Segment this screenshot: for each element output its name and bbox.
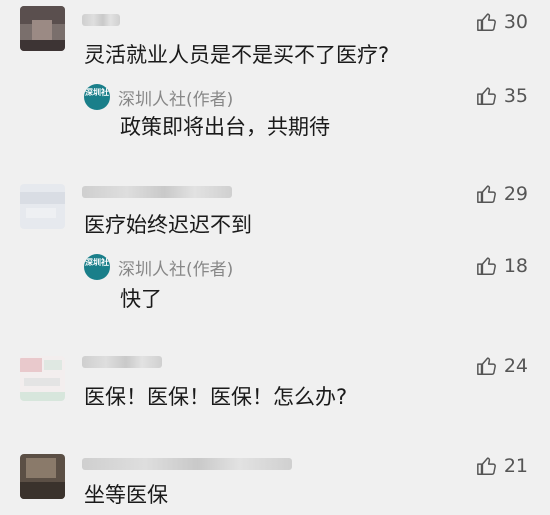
like-count: 21	[503, 455, 528, 477]
shenzhen-hrss-logo-icon[interactable]: 深圳社	[84, 254, 110, 280]
like-button[interactable]: 21	[476, 454, 528, 478]
avatar[interactable]	[20, 184, 65, 229]
like-count: 29	[503, 183, 528, 205]
like-count: 35	[503, 85, 528, 107]
nickname-blurred	[82, 458, 292, 470]
thumbs-up-icon	[476, 457, 496, 475]
reply-text: 快了	[120, 287, 162, 311]
comment-text: 医保！医保！医保！怎么办?	[84, 385, 348, 409]
like-count: 18	[503, 255, 528, 277]
logo-text: 深圳社	[85, 88, 109, 97]
like-button[interactable]: 29	[476, 182, 528, 206]
avatar[interactable]	[20, 454, 65, 499]
thumbs-up-icon	[476, 357, 496, 375]
like-count: 24	[503, 355, 528, 377]
nickname-blurred	[82, 186, 232, 198]
thumbs-up-icon	[476, 257, 496, 275]
comment-text: 医疗始终迟迟不到	[84, 213, 252, 237]
author-name[interactable]: 深圳人社(作者)	[118, 255, 233, 280]
reply-like-button[interactable]: 18	[476, 254, 528, 278]
nickname-blurred	[82, 356, 162, 368]
thumbs-up-icon	[476, 13, 496, 31]
like-count: 30	[503, 11, 528, 33]
reply-text: 政策即将出台，共期待	[120, 115, 330, 139]
shenzhen-hrss-logo-icon[interactable]: 深圳社	[84, 84, 110, 110]
thumbs-up-icon	[476, 87, 496, 105]
comment-text: 坐等医保	[84, 483, 168, 507]
logo-text: 深圳社	[85, 258, 109, 267]
thumbs-up-icon	[476, 185, 496, 203]
like-button[interactable]: 24	[476, 354, 528, 378]
author-name[interactable]: 深圳人社(作者)	[118, 85, 233, 110]
avatar[interactable]	[20, 356, 65, 401]
reply-like-button[interactable]: 35	[476, 84, 528, 108]
nickname-blurred	[82, 14, 120, 26]
avatar[interactable]	[20, 6, 65, 51]
like-button[interactable]: 30	[476, 10, 528, 34]
comment-text: 灵活就业人员是不是买不了医疗?	[84, 43, 390, 67]
